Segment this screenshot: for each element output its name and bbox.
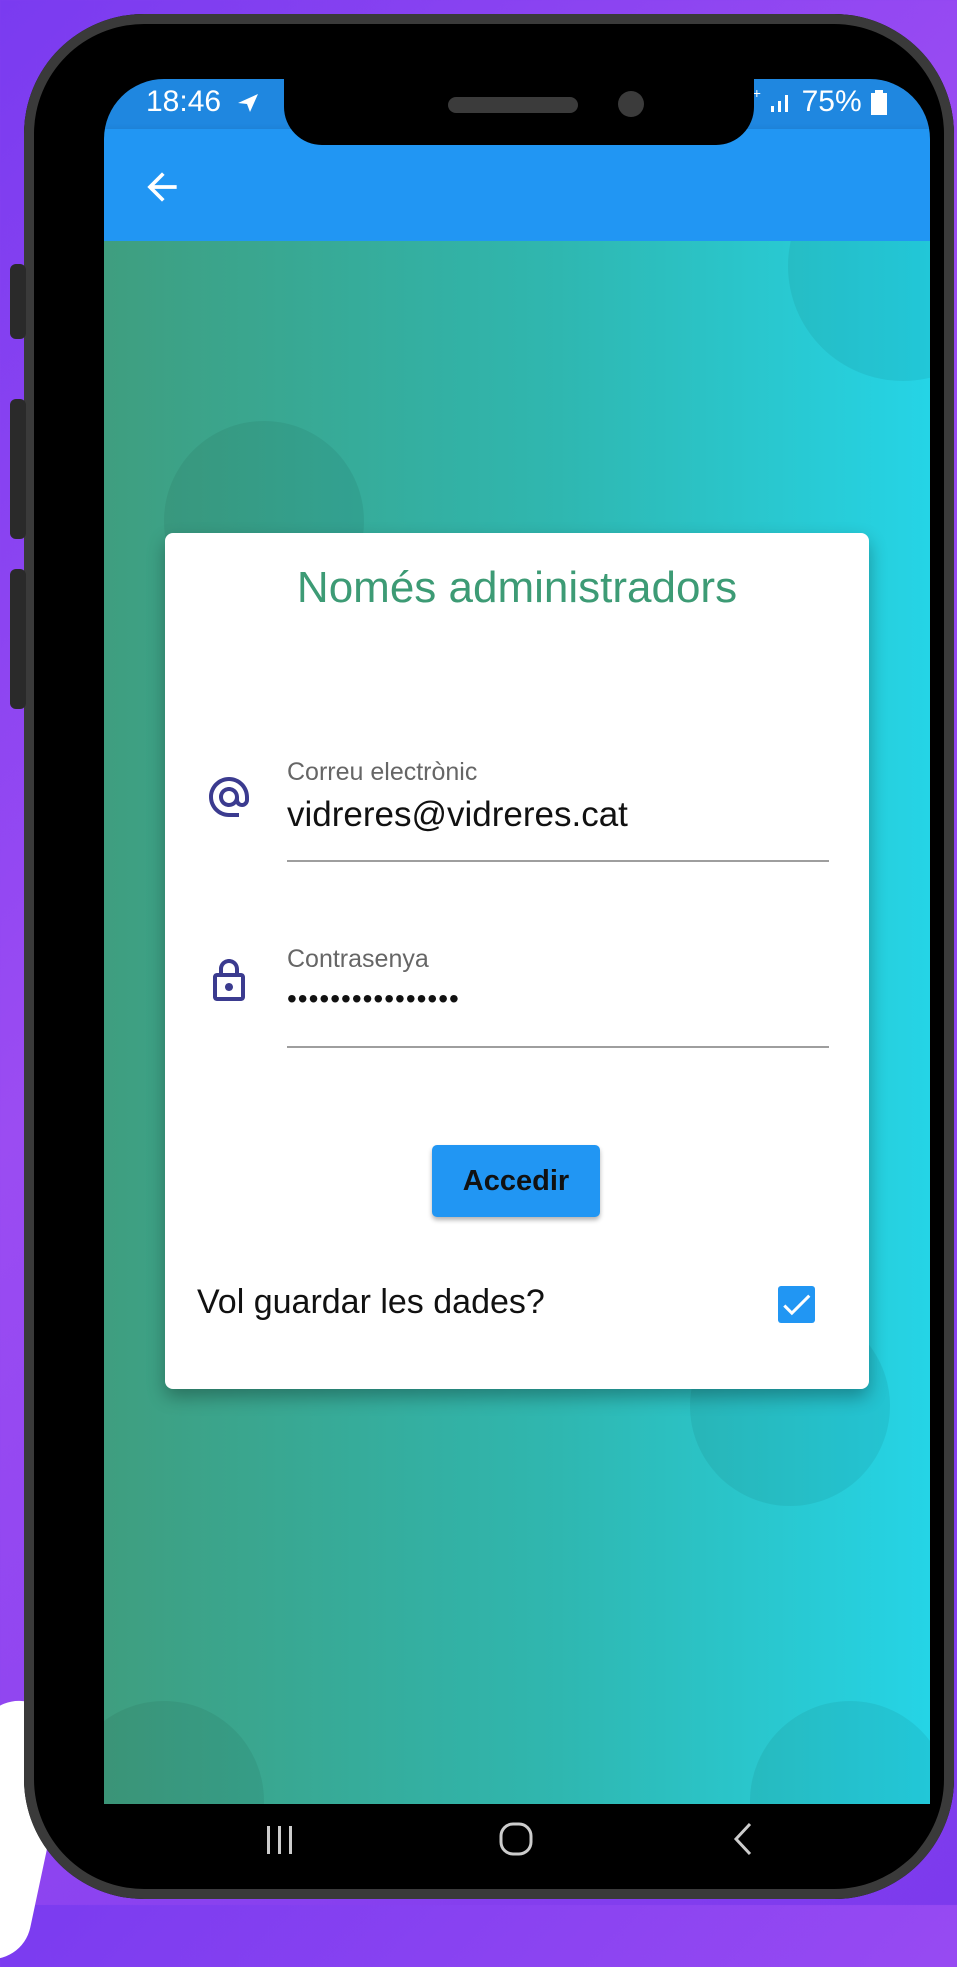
front-camera [618, 91, 644, 117]
login-button[interactable]: Accedir [432, 1145, 600, 1217]
battery-percent: 75% [801, 85, 862, 118]
bg-bubble [750, 1701, 930, 1804]
login-card: Només administradors Correu electrònic v… [165, 533, 869, 1389]
app-bar [104, 129, 930, 241]
signal-icon [771, 95, 789, 113]
password-label: Contrasenya [287, 945, 429, 973]
home-icon[interactable] [487, 1816, 547, 1862]
login-background: Només administradors Correu electrònic v… [104, 241, 930, 1804]
camera-notch [284, 79, 754, 145]
send-icon [238, 94, 259, 113]
phone-frame: 18:46 4G+ 75% [10, 14, 954, 1899]
back-nav-icon[interactable] [714, 1816, 774, 1862]
recent-apps-icon[interactable] [250, 1816, 310, 1862]
lock-icon [213, 959, 245, 1001]
password-field[interactable]: •••••••••••••••• [287, 983, 460, 1015]
status-right: 4G+ 75% [734, 85, 888, 119]
volume-down-button [10, 569, 26, 709]
system-nav-bar [104, 1804, 930, 1874]
side-button [10, 264, 26, 339]
email-underline [287, 860, 829, 862]
remember-checkbox[interactable] [778, 1286, 815, 1323]
login-button-label: Accedir [462, 1164, 570, 1197]
card-title: Només administradors [296, 563, 738, 612]
at-sign-icon [209, 777, 249, 817]
remember-label: Vol guardar les dades? [197, 1283, 545, 1321]
speaker [448, 97, 578, 113]
email-label: Correu electrònic [287, 758, 478, 786]
status-time: 18:46 [146, 85, 263, 119]
arrow-back-icon[interactable] [140, 165, 184, 209]
battery-icon [871, 90, 887, 116]
phone-screen: 18:46 4G+ 75% [104, 79, 930, 1874]
volume-up-button [10, 399, 26, 539]
bg-bubble [788, 241, 930, 381]
bg-bubble [104, 1701, 264, 1804]
check-icon [783, 1294, 811, 1316]
email-field[interactable]: vidreres@vidreres.cat [287, 795, 628, 835]
password-underline [287, 1046, 829, 1048]
